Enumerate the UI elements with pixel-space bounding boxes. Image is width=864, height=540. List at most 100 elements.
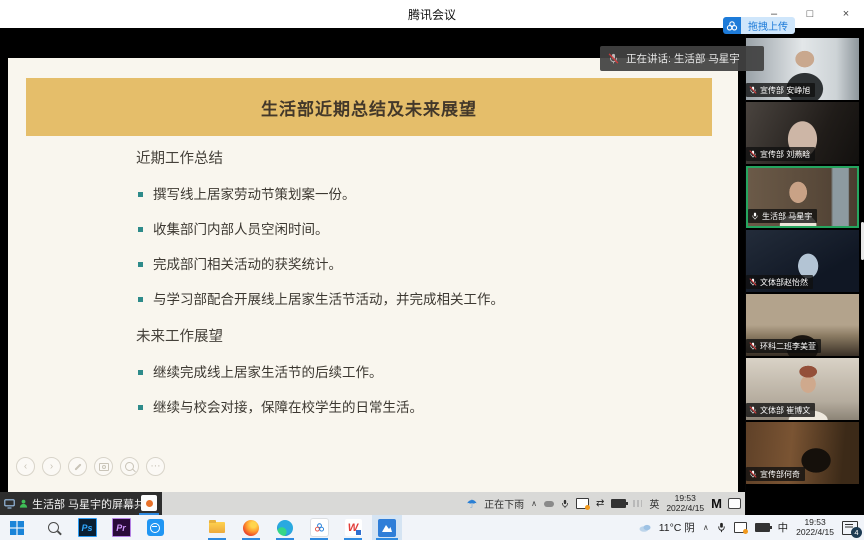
participant-name: 文体部赵怡然	[760, 277, 808, 288]
taskbar-edge[interactable]	[272, 515, 298, 540]
premiere-icon: Pr	[112, 518, 131, 537]
bullet-text: 收集部门内部人员空闲时间。	[153, 220, 329, 239]
taskbar-premiere[interactable]: Pr	[108, 515, 134, 540]
screen-share-indicator[interactable]: 生活部 马星宇的屏幕共享	[0, 492, 162, 515]
slide-toolbar: ‹ › ⋯	[16, 457, 165, 476]
battery-icon[interactable]	[755, 523, 770, 532]
active-speaker-toast: 正在讲话: 生活部 马星宇	[600, 46, 764, 71]
more-options-button[interactable]: ⋯	[146, 457, 165, 476]
photoshop-icon: Ps	[78, 518, 97, 537]
network-signal-icon	[633, 500, 642, 507]
weather-cloud-icon	[639, 523, 651, 532]
bullet-item: 与学习部配合开展线上居家生活节活动，并完成相关工作。	[136, 290, 696, 309]
section-heading: 未来工作展望	[136, 328, 696, 347]
bullet-square-icon	[138, 262, 143, 267]
video-tile[interactable]: 文体部赵怡然	[746, 230, 859, 292]
mic-muted-icon	[749, 406, 757, 414]
annotate-pencil-button[interactable]	[68, 457, 87, 476]
participant-name: 宣传部 安峥旭	[760, 85, 810, 96]
drag-upload-label: 拖拽上传	[741, 17, 795, 34]
folder-icon	[209, 522, 225, 533]
participant-name-pill: 宣传部 安峥旭	[746, 83, 815, 97]
tray-expand-icon[interactable]: ∧	[531, 499, 537, 508]
participant-name: 生活部 马星宇	[762, 211, 812, 222]
bullet-text: 与学习部配合开展线上居家生活节活动，并完成相关工作。	[153, 290, 504, 309]
ime-indicator[interactable]: 中	[778, 520, 789, 535]
battery-icon	[611, 499, 626, 508]
taskbar-active-app[interactable]	[372, 515, 402, 540]
tray-app-logo-icon: M	[711, 496, 721, 511]
presenter-ime-indicator[interactable]: 英	[649, 496, 659, 511]
video-tile-list: 宣传部 安峥旭 宣传部 刘燕晗 生活部 马星宇	[746, 38, 859, 484]
screen-share-label: 生活部 马星宇的屏幕共享	[32, 496, 156, 512]
bullet-text: 完成部门相关活动的获奖统计。	[153, 255, 342, 274]
taskbar-meeting-app[interactable]	[306, 515, 332, 540]
mic-muted-icon	[749, 342, 757, 350]
participant-name-pill: 生活部 马星宇	[748, 209, 817, 223]
monitor-icon	[4, 499, 15, 509]
pencil-icon	[74, 463, 81, 470]
meeting-main-area: 生活部近期总结及未来展望 近期工作总结 撰写线上居家劳动节策划案一份。 收集部门…	[0, 28, 864, 515]
screen-record-icon	[576, 498, 589, 509]
camera-icon	[99, 463, 109, 471]
notification-center-icon[interactable]: 4	[842, 521, 858, 535]
tray-expand-icon[interactable]: ∧	[703, 523, 709, 532]
prev-slide-button[interactable]: ‹	[16, 457, 35, 476]
mic-muted-icon	[608, 53, 619, 64]
drag-upload-widget[interactable]: 拖拽上传	[723, 17, 795, 34]
participant-name: 宣传部 刘燕晗	[760, 149, 810, 160]
firefox-icon	[243, 520, 259, 536]
participant-name: 宣传部何奇	[760, 469, 800, 480]
taskbar-clock[interactable]: 19:53 2022/4/15	[796, 518, 834, 538]
participant-name-pill: 文体部 崔博文	[746, 403, 815, 417]
meeting-app-window: 腾讯会议 – □ × 拖拽上传 生活部近期总结及未来展望 近期工作总结 撰写线上…	[0, 0, 864, 540]
participant-name-pill: 宣传部 刘燕晗	[746, 147, 815, 161]
screen-share-view: 生活部近期总结及未来展望 近期工作总结 撰写线上居家劳动节策划案一份。 收集部门…	[0, 28, 745, 515]
presentation-slide: 生活部近期总结及未来展望 近期工作总结 撰写线上居家劳动节策划案一份。 收集部门…	[8, 58, 738, 492]
presenter-system-tray: ☂ 正在下雨 ∧ ⇄ 英 19:53 2022/4/15 M	[466, 492, 741, 515]
video-tile[interactable]: 宣传部何奇	[746, 422, 859, 484]
slide-body: 近期工作总结 撰写线上居家劳动节策划案一份。 收集部门内部人员空闲时间。 完成部…	[136, 150, 696, 417]
bullet-text: 继续完成线上居家生活节的后续工作。	[153, 363, 383, 382]
taskbar-firefox[interactable]	[238, 515, 264, 540]
umbrella-weather-icon: ☂	[466, 498, 477, 510]
participant-name: 环科二班李美萱	[760, 341, 816, 352]
presenter-taskbar-app-icon	[141, 495, 157, 511]
bullet-square-icon	[138, 370, 143, 375]
bullet-square-icon	[138, 405, 143, 410]
close-button[interactable]: ×	[828, 0, 864, 28]
action-center-icon[interactable]	[728, 498, 741, 509]
search-icon	[48, 522, 59, 533]
presenter-weather-label: 正在下雨	[484, 496, 524, 511]
taskbar-blue-app[interactable]	[142, 515, 168, 540]
shared-screen-taskbar: 生活部 马星宇的屏幕共享 ☂ 正在下雨 ∧ ⇄ 英 19:53	[0, 492, 745, 515]
video-tile[interactable]: 文体部 崔博文	[746, 358, 859, 420]
taskbar-photoshop[interactable]: Ps	[74, 515, 100, 540]
slide-title: 生活部近期总结及未来展望	[261, 95, 477, 120]
bullet-item: 撰写线上居家劳动节策划案一份。	[136, 185, 696, 204]
bullet-square-icon	[138, 227, 143, 232]
edge-icon	[277, 520, 293, 536]
next-slide-button[interactable]: ›	[42, 457, 61, 476]
bullet-text: 撰写线上居家劳动节策划案一份。	[153, 185, 356, 204]
video-tile-active-speaker[interactable]: 生活部 马星宇	[746, 166, 859, 228]
zoom-button[interactable]	[120, 457, 139, 476]
participant-name: 文体部 崔博文	[760, 405, 810, 416]
start-button[interactable]	[4, 515, 30, 540]
taskbar-search-button[interactable]	[40, 515, 66, 540]
bullet-item: 收集部门内部人员空闲时间。	[136, 220, 696, 239]
mic-tray-icon[interactable]	[717, 522, 726, 533]
bullet-item: 继续完成线上居家生活节的后续工作。	[136, 363, 696, 382]
maximize-button[interactable]: □	[792, 0, 828, 28]
taskbar-wps[interactable]: W	[340, 515, 366, 540]
section-heading: 近期工作总结	[136, 150, 696, 169]
video-tile[interactable]: 宣传部 刘燕晗	[746, 102, 859, 164]
screen-record-tray-icon[interactable]	[734, 522, 747, 533]
taskbar-file-explorer[interactable]	[204, 515, 230, 540]
video-tile[interactable]: 环科二班李美萱	[746, 294, 859, 356]
notification-count-badge: 4	[851, 527, 862, 538]
active-app-icon	[378, 519, 396, 537]
taskbar-weather[interactable]: 11°C 阴	[659, 520, 695, 535]
wps-icon: W	[345, 519, 362, 536]
screenshot-button[interactable]	[94, 457, 113, 476]
